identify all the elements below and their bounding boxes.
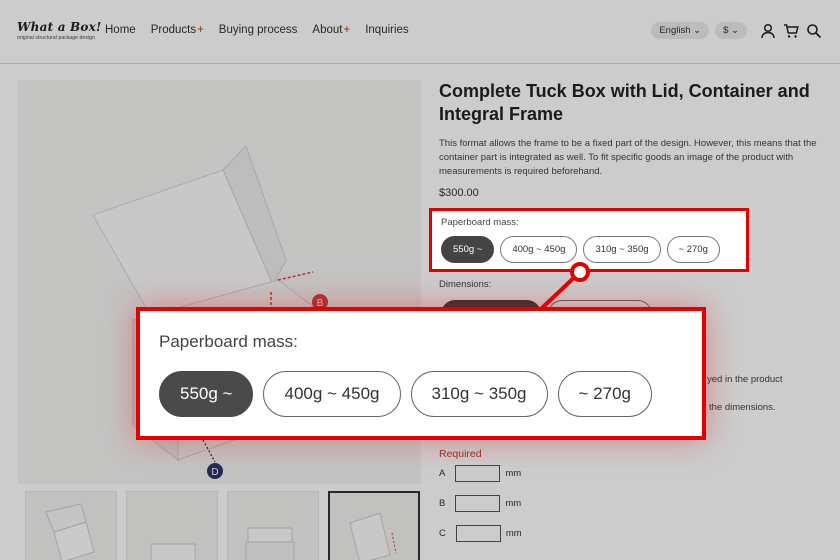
zoom-paperboard-label: Paperboard mass: <box>159 332 298 351</box>
zoom-option-550g[interactable]: 550g ~ <box>159 371 254 417</box>
zoom-option-270g[interactable]: ~ 270g <box>557 371 652 417</box>
callout-connector <box>539 262 590 311</box>
zoom-paperboard-options: 550g ~ 400g ~ 450g 310g ~ 350g ~ 270g <box>159 371 662 417</box>
zoom-option-400-450g[interactable]: 400g ~ 450g <box>263 371 401 417</box>
zoom-option-310-350g[interactable]: 310g ~ 350g <box>410 371 548 417</box>
zoom-callout: Paperboard mass: 550g ~ 400g ~ 450g 310g… <box>136 307 706 440</box>
